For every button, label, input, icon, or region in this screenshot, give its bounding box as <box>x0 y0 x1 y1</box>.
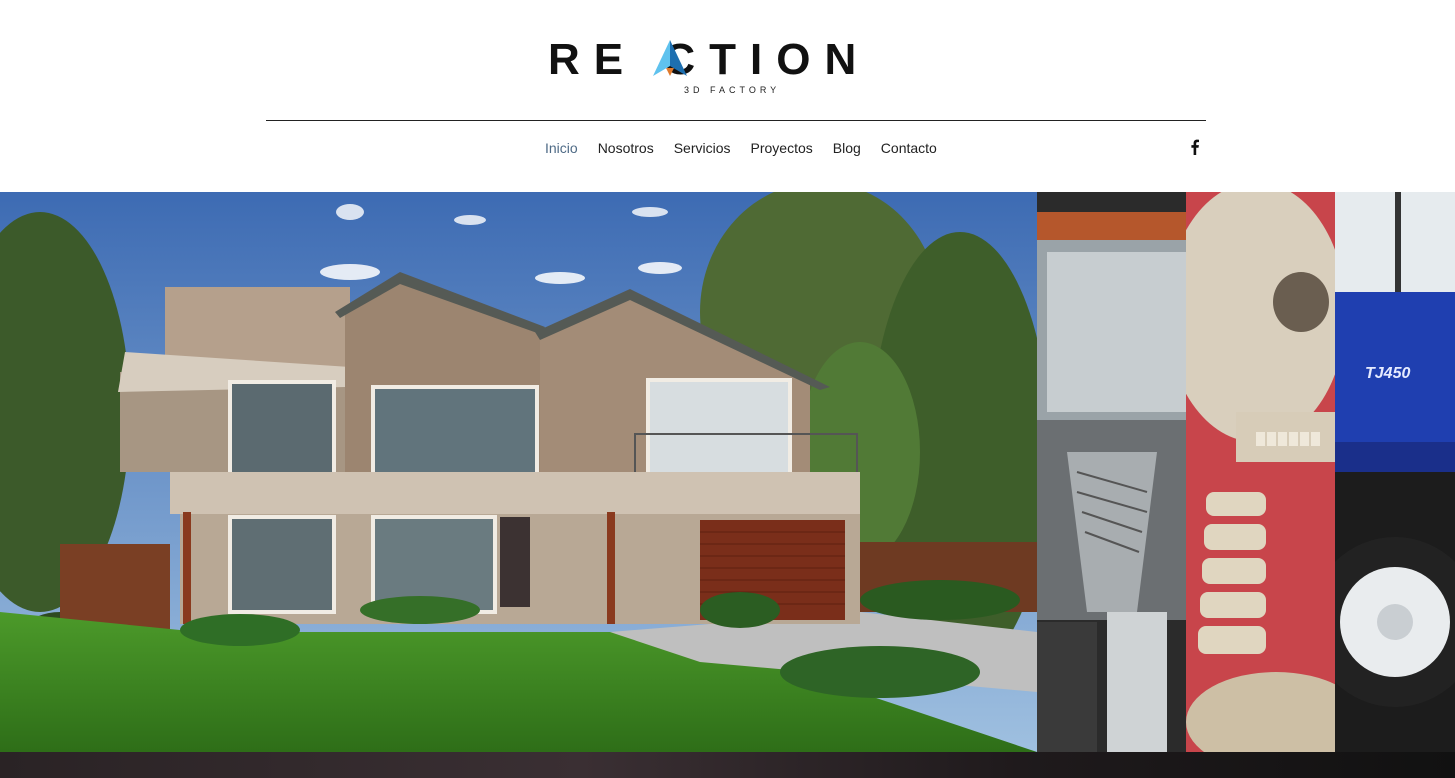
brand-tagline: 3D FACTORY <box>684 85 781 95</box>
nav-item-contacto[interactable]: Contacto <box>871 136 947 160</box>
nav-item-inicio[interactable]: Inicio <box>535 136 588 160</box>
skull-render-image[interactable] <box>1186 192 1335 752</box>
nav-item-servicios[interactable]: Servicios <box>664 136 741 160</box>
nav-item-blog[interactable]: Blog <box>823 136 871 160</box>
nav-item-nosotros[interactable]: Nosotros <box>588 136 664 160</box>
site-header: RE CTION 3D FACTORY Inicio Nosotros Serv… <box>0 0 1455 192</box>
nav-item-proyectos[interactable]: Proyectos <box>741 136 823 160</box>
facebook-icon[interactable] <box>1186 138 1204 156</box>
brand-arrow-icon <box>653 40 687 76</box>
brand-logo[interactable]: RE CTION 3D FACTORY <box>548 38 923 102</box>
house-render-image[interactable] <box>0 192 1037 752</box>
next-section-edge <box>0 752 1455 778</box>
brand-wordmark: RE CTION <box>548 35 871 84</box>
hero-gallery: TJ450 <box>0 192 1455 752</box>
header-divider <box>266 120 1206 121</box>
gear-render-image[interactable] <box>1037 192 1186 752</box>
tractor-model-label: TJ450 <box>1365 365 1410 382</box>
main-nav: Inicio Nosotros Servicios Proyectos Blog… <box>535 136 947 160</box>
tractor-render-image[interactable]: TJ450 <box>1335 192 1455 752</box>
